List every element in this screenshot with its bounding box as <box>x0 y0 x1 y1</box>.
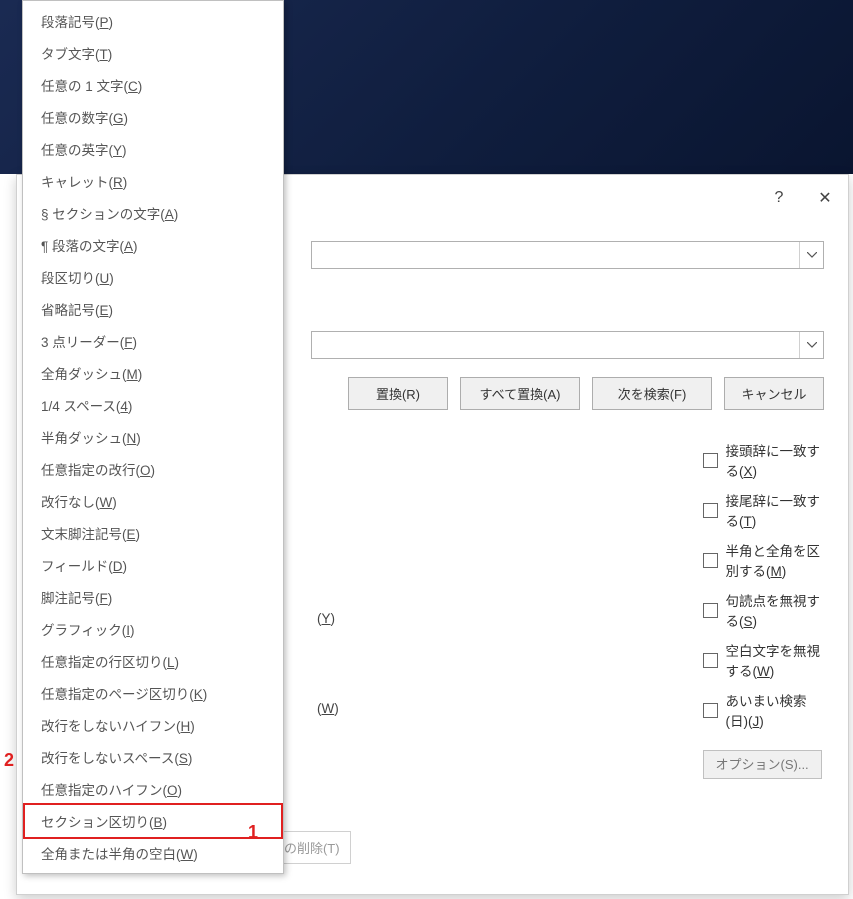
chevron-down-icon <box>807 252 817 258</box>
checkbox-icon <box>703 503 718 518</box>
menu-item-12[interactable]: 1/4 スペース(4) <box>23 389 283 421</box>
help-button[interactable]: ? <box>756 183 802 213</box>
menu-item-26[interactable]: 全角または半角の空白(W) <box>23 837 283 869</box>
menu-item-3[interactable]: 任意の数字(G) <box>23 101 283 133</box>
menu-item-8[interactable]: 段区切り(U) <box>23 261 283 293</box>
special-chars-menu: 段落記号(P)タブ文字(T)任意の 1 文字(C)任意の数字(G)任意の英字(Y… <box>22 0 284 874</box>
check-label: 半角と全角を区別する(M) <box>726 540 825 580</box>
menu-item-11[interactable]: 全角ダッシュ(M) <box>23 357 283 389</box>
checkbox-icon <box>703 703 718 718</box>
check-label: 空白文字を無視する(W) <box>726 640 825 680</box>
replace-dropdown[interactable] <box>799 332 823 358</box>
menu-item-2[interactable]: 任意の 1 文字(C) <box>23 69 283 101</box>
checkbox-icon <box>703 653 718 668</box>
options-right-col: 接頭辞に一致する(X) 接尾辞に一致する(T) 半角と全角を区別する(M) 句読… <box>703 440 825 773</box>
check-label: 接頭辞に一致する(X) <box>726 440 825 480</box>
checkbox-icon <box>703 603 718 618</box>
replace-field-row <box>311 331 824 359</box>
menu-item-16[interactable]: 文末脚注記号(E) <box>23 517 283 549</box>
menu-item-23[interactable]: 改行をしないスペース(S) <box>23 741 283 773</box>
menu-item-19[interactable]: グラフィック(I) <box>23 613 283 645</box>
replace-all-button[interactable]: すべて置換(A) <box>460 377 580 410</box>
annotation-1: 1 <box>248 822 258 843</box>
find-field-row <box>311 241 824 269</box>
find-input[interactable] <box>312 242 799 268</box>
check-fuzzy-japanese[interactable]: あいまい検索 (日)(J) <box>703 690 825 730</box>
replace-button[interactable]: 置換(R) <box>348 377 448 410</box>
menu-item-5[interactable]: キャレット(R) <box>23 165 283 197</box>
menu-item-15[interactable]: 改行なし(W) <box>23 485 283 517</box>
menu-item-7[interactable]: ¶ 段落の文字(A) <box>23 229 283 261</box>
checkbox-icon <box>703 553 718 568</box>
menu-item-9[interactable]: 省略記号(E) <box>23 293 283 325</box>
check-ignore-whitespace[interactable]: 空白文字を無視する(W) <box>703 640 825 680</box>
menu-item-1[interactable]: タブ文字(T) <box>23 37 283 69</box>
check-label: 句読点を無視する(S) <box>726 590 825 630</box>
replace-input[interactable] <box>312 332 799 358</box>
check-ignore-punctuation[interactable]: 句読点を無視する(S) <box>703 590 825 630</box>
cancel-button[interactable]: キャンセル <box>724 377 824 410</box>
annotation-2: 2 <box>4 750 14 771</box>
menu-item-0[interactable]: 段落記号(P) <box>23 5 283 37</box>
menu-item-21[interactable]: 任意指定のページ区切り(K) <box>23 677 283 709</box>
checkbox-icon <box>703 453 718 468</box>
menu-item-6[interactable]: § セクションの文字(A) <box>23 197 283 229</box>
options-button: オプション(S)... <box>703 750 822 779</box>
left-hint-y: ((Y)Y) <box>317 611 335 626</box>
left-hint-w: (W) <box>317 701 339 716</box>
find-next-button[interactable]: 次を検索(F) <box>592 377 712 410</box>
find-combo[interactable] <box>311 241 824 269</box>
check-prefix-match[interactable]: 接頭辞に一致する(X) <box>703 440 825 480</box>
check-suffix-match[interactable]: 接尾辞に一致する(T) <box>703 490 825 530</box>
replace-combo[interactable] <box>311 331 824 359</box>
menu-item-13[interactable]: 半角ダッシュ(N) <box>23 421 283 453</box>
menu-item-17[interactable]: フィールド(D) <box>23 549 283 581</box>
check-label: 接尾辞に一致する(T) <box>726 490 825 530</box>
menu-item-22[interactable]: 改行をしないハイフン(H) <box>23 709 283 741</box>
menu-item-20[interactable]: 任意指定の行区切り(L) <box>23 645 283 677</box>
menu-item-18[interactable]: 脚注記号(F) <box>23 581 283 613</box>
menu-item-14[interactable]: 任意指定の改行(O) <box>23 453 283 485</box>
check-label: あいまい検索 (日)(J) <box>726 690 825 730</box>
options-button-wrap: オプション(S)... <box>703 754 825 773</box>
check-width-distinguish[interactable]: 半角と全角を区別する(M) <box>703 540 825 580</box>
close-button[interactable]: ✕ <box>802 183 848 213</box>
menu-item-10[interactable]: 3 点リーダー(F) <box>23 325 283 357</box>
menu-item-4[interactable]: 任意の英字(Y) <box>23 133 283 165</box>
find-dropdown[interactable] <box>799 242 823 268</box>
menu-item-25[interactable]: セクション区切り(B) <box>23 803 283 839</box>
menu-item-24[interactable]: 任意指定のハイフン(O) <box>23 773 283 805</box>
chevron-down-icon <box>807 342 817 348</box>
